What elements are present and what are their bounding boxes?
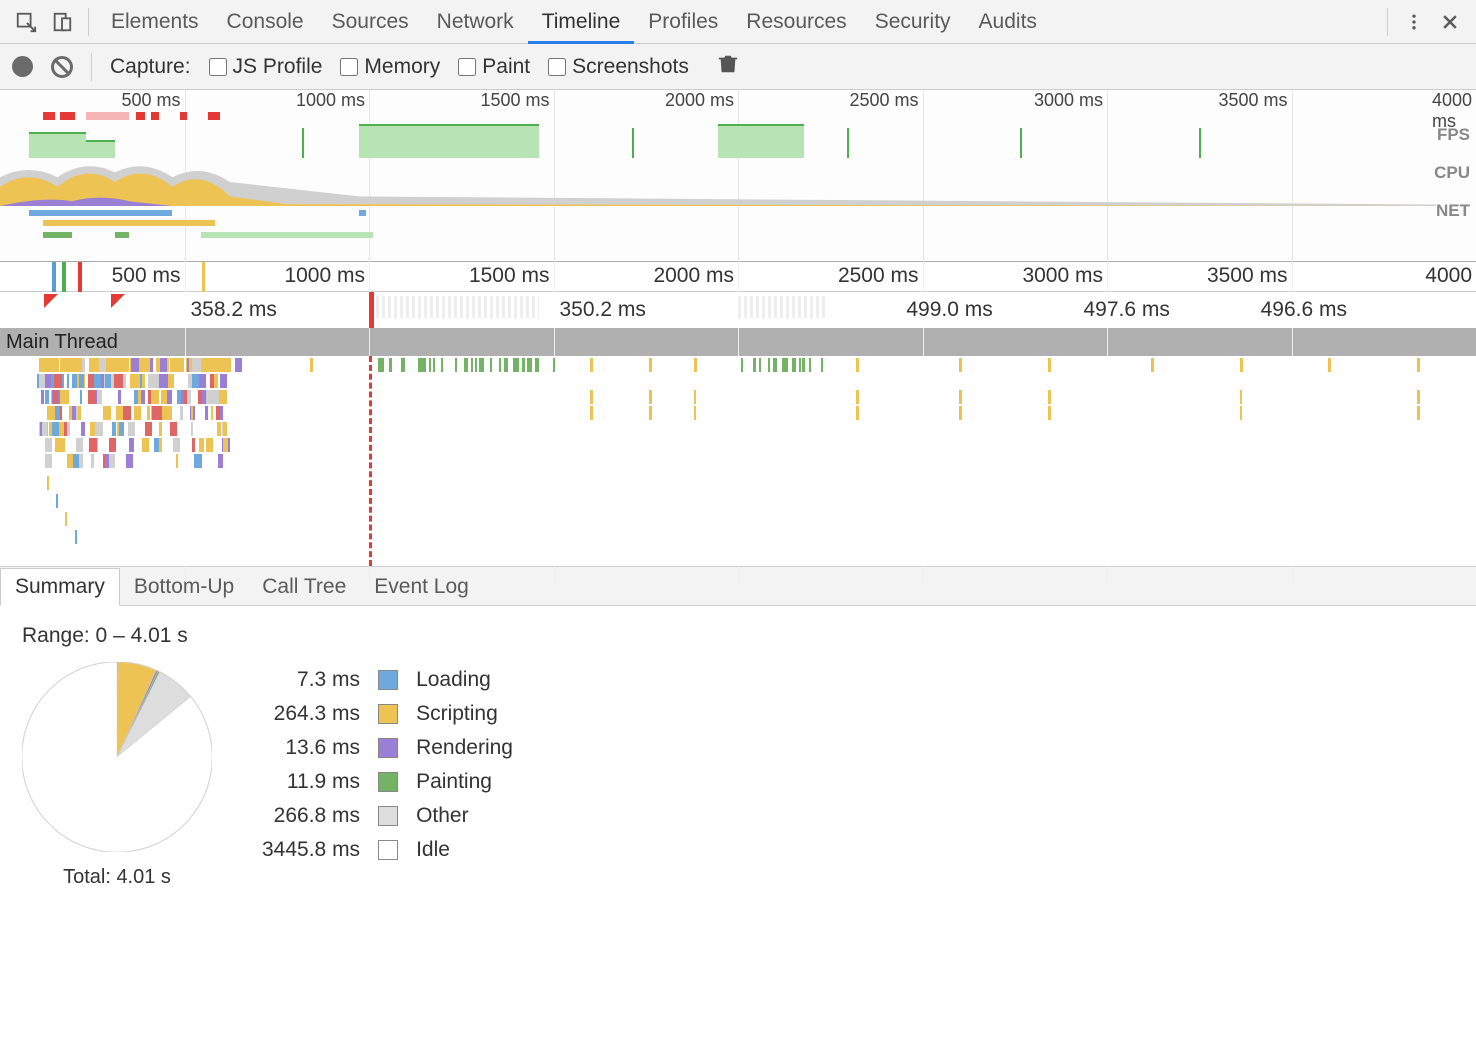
ruler-tick: 3500 ms xyxy=(1218,90,1291,111)
overview-ruler: 500 ms 1000 ms 1500 ms 2000 ms 2500 ms 3… xyxy=(0,90,1476,114)
ruler-tick: 2000 ms xyxy=(653,264,738,288)
swatch-loading xyxy=(378,670,398,690)
capture-toolbar: Capture: JS Profile Memory Paint Screens… xyxy=(0,44,1476,90)
frame-duration: 350.2 ms xyxy=(554,292,739,328)
legend-label: Idle xyxy=(408,834,521,866)
summary-panel: Range: 0 – 4.01 s Total: 4.01 s 7.3 ms Lo… xyxy=(0,606,1476,907)
fps-label: FPS xyxy=(1434,116,1470,154)
tab-summary[interactable]: Summary xyxy=(0,568,120,606)
capture-jsprofile-toggle[interactable]: JS Profile xyxy=(209,55,323,79)
tab-sources[interactable]: Sources xyxy=(318,0,423,43)
more-menu-icon[interactable] xyxy=(1396,4,1432,40)
tab-security[interactable]: Security xyxy=(861,0,965,43)
divider xyxy=(91,53,92,81)
capture-screenshots-label: Screenshots xyxy=(572,55,689,79)
ruler-tick: 2500 ms xyxy=(849,90,922,111)
capture-memory-toggle[interactable]: Memory xyxy=(340,55,440,79)
marker-load xyxy=(62,262,66,292)
summary-legend: 7.3 ms Loading 264.3 ms Scripting 13.6 ms R… xyxy=(252,662,523,868)
capture-paint-label: Paint xyxy=(482,55,530,79)
swatch-idle xyxy=(378,840,398,860)
tab-network[interactable]: Network xyxy=(423,0,528,43)
ruler-tick: 3500 ms xyxy=(1207,264,1292,288)
divider xyxy=(88,8,89,36)
ruler-tick: 500 ms xyxy=(121,90,184,111)
swatch-rendering xyxy=(378,738,398,758)
overview-track-labels: FPS CPU NET xyxy=(1434,116,1470,230)
garbage-collect-icon[interactable] xyxy=(717,52,739,82)
frame-duration: 497.6 ms xyxy=(1077,292,1254,328)
range-text: Range: 0 – 4.01 s xyxy=(22,624,1454,648)
fps-track xyxy=(0,118,1436,158)
cpu-track xyxy=(0,158,1436,206)
legend-ms: 264.3 ms xyxy=(254,698,368,730)
divider xyxy=(1387,8,1388,36)
tab-timeline[interactable]: Timeline xyxy=(528,0,635,43)
devtools-tab-bar: Elements Console Sources Network Timelin… xyxy=(0,0,1476,44)
legend-label: Other xyxy=(408,800,521,832)
frame-duration: 499.0 ms xyxy=(900,292,1092,328)
cpu-label: CPU xyxy=(1434,154,1470,192)
legend-label: Rendering xyxy=(408,732,521,764)
legend-ms: 13.6 ms xyxy=(254,732,368,764)
ruler-tick: 3000 ms xyxy=(1022,264,1107,288)
device-toolbar-icon[interactable] xyxy=(44,4,80,40)
capture-jsprofile-label: JS Profile xyxy=(233,55,323,79)
tab-audits[interactable]: Audits xyxy=(965,0,1051,43)
timeline-overview[interactable]: 500 ms 1000 ms 1500 ms 2000 ms 2500 ms 3… xyxy=(0,90,1476,262)
ruler-tick: 3000 ms xyxy=(1034,90,1107,111)
net-track xyxy=(0,208,1436,248)
detail-ruler[interactable]: 500 ms 1000 ms 1500 ms 2000 ms 2500 ms 3… xyxy=(0,262,1476,292)
legend-ms: 7.3 ms xyxy=(254,664,368,696)
ruler-tick: 2000 ms xyxy=(665,90,738,111)
flame-chart[interactable]: /* bars generated below */ xyxy=(0,356,1476,566)
legend-label: Painting xyxy=(408,766,521,798)
ruler-tick: 1500 ms xyxy=(480,90,553,111)
tab-profiles[interactable]: Profiles xyxy=(634,0,732,43)
frames-track[interactable]: 358.2 ms 350.2 ms 499.0 ms 497.6 ms 496.… xyxy=(0,292,1476,328)
legend-ms: 266.8 ms xyxy=(254,800,368,832)
legend-label: Scripting xyxy=(408,698,521,730)
marker xyxy=(78,262,82,292)
ruler-tick: 1500 ms xyxy=(469,264,554,288)
capture-paint-toggle[interactable]: Paint xyxy=(458,55,530,79)
ruler-tick: 1000 ms xyxy=(296,90,369,111)
swatch-scripting xyxy=(378,704,398,724)
tab-elements[interactable]: Elements xyxy=(97,0,213,43)
capture-memory-label: Memory xyxy=(364,55,440,79)
summary-pie-chart xyxy=(22,662,212,852)
marker xyxy=(202,262,205,292)
ruler-tick: 500 ms xyxy=(112,264,185,288)
legend-ms: 11.9 ms xyxy=(254,766,368,798)
swatch-other xyxy=(378,806,398,826)
total-text: Total: 4.01 s xyxy=(22,866,212,889)
legend-label: Loading xyxy=(408,664,521,696)
capture-screenshots-toggle[interactable]: Screenshots xyxy=(548,55,689,79)
tab-resources[interactable]: Resources xyxy=(732,0,860,43)
swatch-painting xyxy=(378,772,398,792)
marker-domcontent xyxy=(52,262,56,292)
legend-ms: 3445.8 ms xyxy=(254,834,368,866)
close-devtools-icon[interactable] xyxy=(1432,4,1468,40)
clear-button[interactable] xyxy=(51,56,73,78)
frame-duration: 496.6 ms xyxy=(1255,292,1432,328)
record-button[interactable] xyxy=(12,56,33,77)
tab-console[interactable]: Console xyxy=(213,0,318,43)
frame-duration: 358.2 ms xyxy=(185,292,370,328)
net-label: NET xyxy=(1434,192,1470,230)
ruler-tick: 2500 ms xyxy=(838,264,923,288)
tab-call-tree[interactable]: Call Tree xyxy=(248,569,360,605)
ruler-tick: 1000 ms xyxy=(284,264,369,288)
capture-label: Capture: xyxy=(110,55,191,79)
tab-event-log[interactable]: Event Log xyxy=(360,569,483,605)
inspect-element-icon[interactable] xyxy=(8,4,44,40)
